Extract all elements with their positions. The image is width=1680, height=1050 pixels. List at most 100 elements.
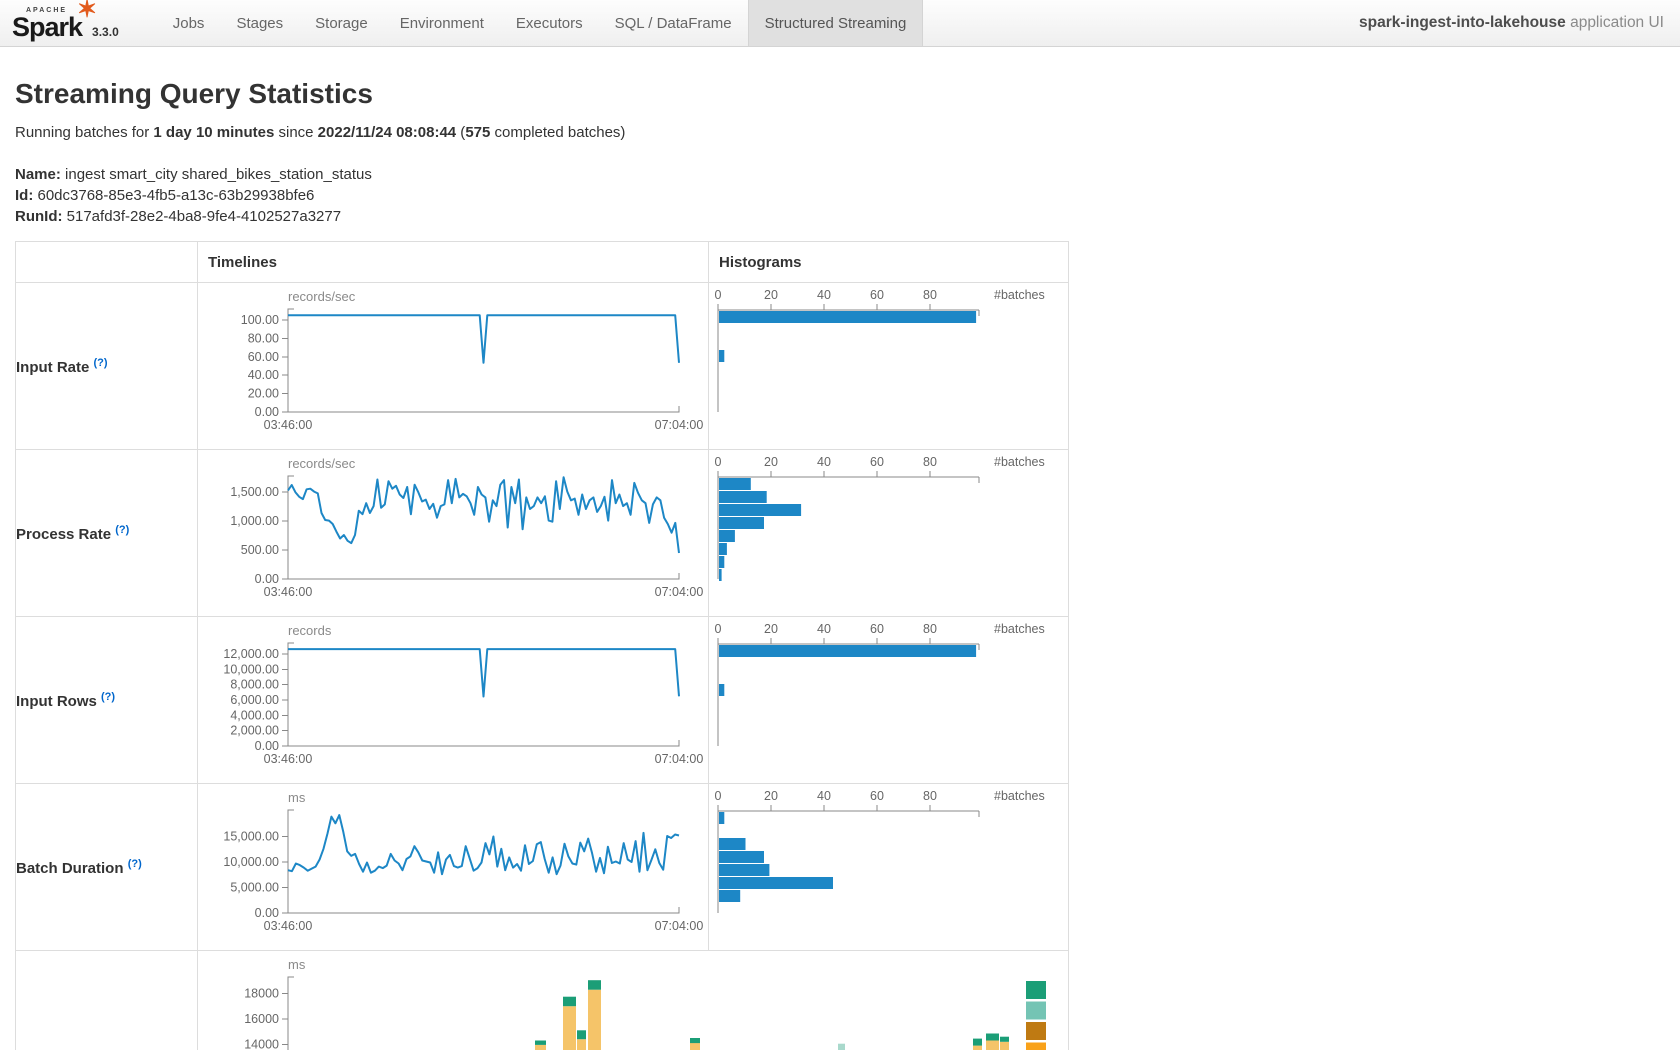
stacked-bar-segment	[535, 1045, 546, 1050]
timeline-svg: records0.002,000.004,000.006,000.008,000…	[198, 617, 708, 783]
histogram-svg: 020406080#batches	[709, 283, 1068, 449]
histogram-bar	[719, 350, 724, 362]
page-title: Streaming Query Statistics	[15, 78, 1680, 110]
unit-label: ms	[288, 790, 306, 805]
svg-text:1,500.00: 1,500.00	[230, 485, 279, 499]
header-timelines: Timelines	[198, 242, 709, 283]
svg-text:03:46:00: 03:46:00	[264, 919, 313, 933]
histogram-cell: 020406080#batches	[709, 784, 1069, 951]
batches-axis-label: #batches	[994, 789, 1045, 803]
svg-text:8,000.00: 8,000.00	[230, 678, 279, 692]
svg-text:03:46:00: 03:46:00	[264, 418, 313, 432]
header-histograms: Histograms	[709, 242, 1069, 283]
timeline-svg: ms0.005,000.0010,000.0015,000.0003:46:00…	[198, 784, 708, 950]
svg-text:03:46:00: 03:46:00	[264, 585, 313, 599]
unit-label: records/sec	[288, 456, 356, 471]
svg-text:0.00: 0.00	[255, 572, 279, 586]
svg-text:80: 80	[923, 622, 937, 636]
svg-text:40: 40	[817, 789, 831, 803]
row-label-cell: Process Rate (?)	[16, 450, 198, 617]
timeline-series	[288, 315, 679, 363]
histogram-cell: 020406080#batches	[709, 450, 1069, 617]
tab-jobs[interactable]: Jobs	[157, 0, 221, 46]
stacked-bar-segment	[588, 980, 601, 990]
stats-row: Input Rows (?) records0.002,000.004,000.0…	[16, 617, 1069, 784]
svg-text:0: 0	[715, 455, 722, 469]
svg-text:40: 40	[817, 288, 831, 302]
tab-storage[interactable]: Storage	[299, 0, 384, 46]
svg-text:10,000.00: 10,000.00	[223, 855, 279, 869]
stacked-bar-segment	[986, 1034, 999, 1041]
svg-text:0: 0	[715, 622, 722, 636]
top-nav: APACHE Spark✶ 3.3.0 JobsStagesStorageEnv…	[0, 0, 1680, 47]
svg-text:0.00: 0.00	[255, 906, 279, 920]
stats-row: Batch Duration (?)ms0.005,000.0010,000.0…	[16, 784, 1069, 951]
timeline-cell: records/sec0.00500.001,000.001,500.0003:…	[198, 450, 709, 617]
svg-text:20: 20	[764, 789, 778, 803]
query-runid-line: RunId: 517afd3f-28e2-4ba8-9fe4-4102527a3…	[15, 207, 1680, 227]
legend-swatch	[1026, 1022, 1046, 1040]
histogram-bar	[719, 556, 724, 568]
histogram-bar	[719, 890, 740, 902]
histogram-bar	[719, 517, 764, 529]
histogram-bar	[719, 851, 764, 863]
timeline-cell: records0.002,000.004,000.006,000.008,000…	[198, 617, 709, 784]
svg-text:14000: 14000	[244, 1037, 279, 1050]
histogram-svg: 020406080#batches	[709, 784, 1068, 950]
svg-text:60: 60	[870, 789, 884, 803]
svg-text:0: 0	[715, 789, 722, 803]
svg-text:16000: 16000	[244, 1012, 279, 1026]
histogram-bar	[719, 864, 769, 876]
stacked-bar-segment	[1000, 1037, 1009, 1042]
tab-stages[interactable]: Stages	[220, 0, 299, 46]
stacked-bar-segment	[986, 1041, 999, 1050]
completed-batch-count: 575	[465, 124, 490, 141]
svg-text:07:04:00: 07:04:00	[655, 752, 704, 766]
spark-star-icon: ✶	[77, 0, 96, 22]
stats-header-row: Timelines Histograms	[16, 242, 1069, 283]
batches-axis-label: #batches	[994, 455, 1045, 469]
spark-logo[interactable]: APACHE Spark✶ 3.3.0	[0, 0, 129, 46]
metric-label: Input Rows	[16, 693, 101, 710]
tab-environment[interactable]: Environment	[384, 0, 500, 46]
stacked-bar-segment	[690, 1038, 700, 1043]
svg-text:0.00: 0.00	[255, 405, 279, 419]
histogram-bar	[719, 491, 767, 503]
svg-text:500.00: 500.00	[241, 543, 279, 557]
svg-text:60: 60	[870, 622, 884, 636]
svg-text:07:04:00: 07:04:00	[655, 585, 704, 599]
metric-label: Input Rate	[16, 359, 94, 376]
histogram-bar	[719, 543, 727, 555]
histogram-svg: 020406080#batches	[709, 450, 1068, 616]
svg-text:40: 40	[817, 455, 831, 469]
svg-text:100.00: 100.00	[241, 313, 279, 327]
application-name: spark-ingest-into-lakehouse	[1359, 14, 1566, 32]
tab-sql-dataframe[interactable]: SQL / DataFrame	[599, 0, 748, 46]
tab-structured-streaming[interactable]: Structured Streaming	[748, 0, 924, 46]
running-batches-line: Running batches for 1 day 10 minutes sin…	[15, 124, 1680, 141]
stats-row: ms140001600018000	[16, 951, 1069, 1050]
running-duration: 1 day 10 minutes	[153, 124, 274, 141]
svg-text:18000: 18000	[244, 987, 279, 1001]
stacked-bar-segment	[973, 1046, 982, 1050]
stats-table: Timelines Histograms Input Rate (?) recor…	[15, 241, 1069, 1050]
help-tooltip[interactable]: (?)	[94, 357, 108, 369]
application-title: spark-ingest-into-lakehouse application …	[1359, 0, 1680, 46]
timeline-series	[288, 649, 679, 696]
tab-executors[interactable]: Executors	[500, 0, 599, 46]
timeline-svg: records/sec0.0020.0040.0060.0080.00100.0…	[198, 283, 708, 449]
stats-row: Process Rate (?)records/sec0.00500.001,0…	[16, 450, 1069, 617]
histogram-bar	[719, 684, 724, 696]
svg-text:40.00: 40.00	[248, 368, 279, 382]
timeline-cell: records/sec0.0020.0040.0060.0080.00100.0…	[198, 283, 709, 450]
start-time: 2022/11/24 08:08:44	[318, 124, 456, 141]
legend-swatch	[1026, 1043, 1046, 1050]
svg-text:20: 20	[764, 288, 778, 302]
histogram-bar	[719, 812, 724, 824]
help-tooltip[interactable]: (?)	[101, 691, 115, 703]
help-tooltip[interactable]: (?)	[115, 524, 129, 536]
help-tooltip[interactable]: (?)	[128, 858, 142, 870]
stacked-bar-segment	[563, 1006, 576, 1050]
legend-swatch	[1026, 981, 1046, 999]
svg-text:20: 20	[764, 622, 778, 636]
